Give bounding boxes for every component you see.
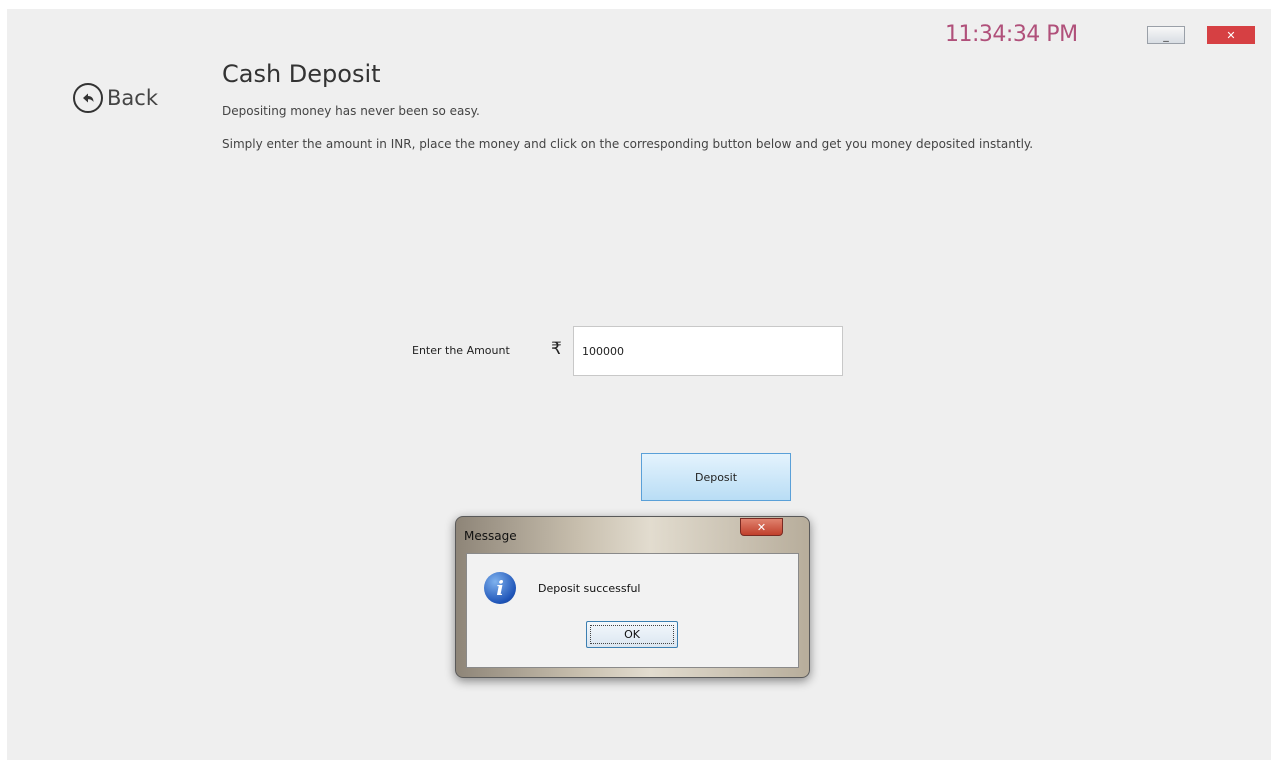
focus-outline [590, 625, 674, 644]
back-button[interactable]: Back [73, 83, 158, 113]
rupee-icon: ₹ [551, 339, 562, 359]
page-subtitle: Depositing money has never been so easy. [222, 104, 480, 118]
close-icon: ✕ [756, 520, 767, 534]
amount-label: Enter the Amount [412, 344, 510, 357]
ok-button[interactable]: OK [586, 621, 678, 648]
page-title: Cash Deposit [222, 60, 381, 88]
info-icon: i [484, 572, 516, 604]
minimize-button[interactable]: _ [1147, 26, 1185, 44]
page-description: Simply enter the amount in INR, place th… [222, 137, 1034, 151]
deposit-button[interactable]: Deposit [641, 453, 791, 501]
close-button[interactable]: ✕ [1207, 26, 1255, 44]
dialog-body: i Deposit successful OK [466, 553, 799, 668]
message-dialog: Message ✕ i Deposit successful OK [455, 516, 810, 678]
dialog-title: Message [464, 529, 517, 543]
dialog-close-button[interactable]: ✕ [740, 518, 783, 536]
amount-input[interactable] [573, 326, 843, 376]
minimize-icon: _ [1163, 28, 1169, 42]
back-label: Back [107, 86, 158, 110]
back-arrow-icon [73, 83, 103, 113]
clock: 11:34:34 PM [945, 22, 1078, 47]
deposit-button-label: Deposit [694, 470, 738, 484]
dialog-message: Deposit successful [538, 582, 641, 595]
close-icon: ✕ [1226, 28, 1236, 42]
